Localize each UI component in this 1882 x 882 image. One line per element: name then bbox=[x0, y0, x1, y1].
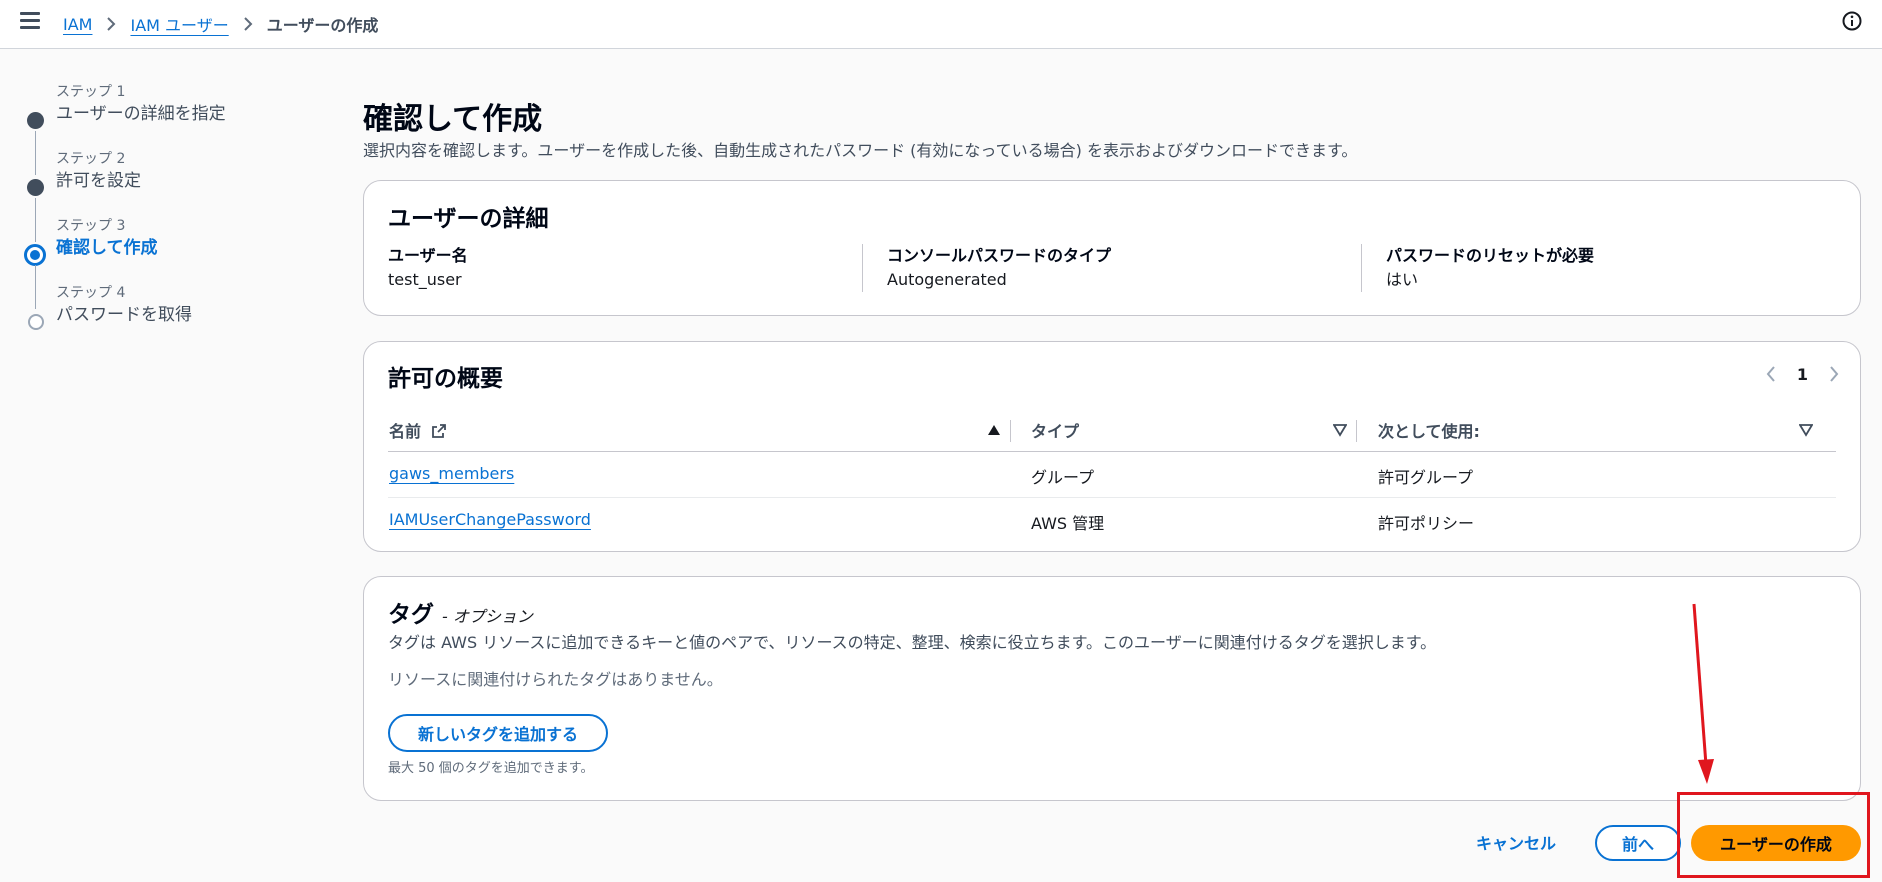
step-complete-icon bbox=[27, 179, 44, 196]
permissions-title: 許可の概要 bbox=[388, 366, 503, 392]
tags-empty-message: リソースに関連付けられたタグはありません。 bbox=[388, 670, 723, 689]
row-type: グループ bbox=[1031, 468, 1095, 487]
table-row: gaws_members グループ 許可グループ bbox=[388, 452, 1836, 498]
field-value: test_user bbox=[388, 270, 462, 289]
breadcrumb-iam-users[interactable]: IAM ユーザー bbox=[130, 12, 228, 36]
step-pending-icon bbox=[28, 314, 44, 330]
sort-descending-icon[interactable] bbox=[1798, 422, 1814, 437]
page-title: 確認して作成 bbox=[363, 102, 543, 137]
step-title: ユーザーの詳細を指定 bbox=[56, 104, 226, 124]
permissions-table: 名前 タイプ 次として使用: gaws_members グループ 許可グループ bbox=[388, 410, 1836, 544]
row-name: gaws_members bbox=[389, 464, 514, 483]
field-label: ユーザー名 bbox=[388, 246, 468, 265]
step-3: ステップ 3 確認して作成 bbox=[20, 216, 320, 309]
pagination: 1 bbox=[1765, 364, 1840, 384]
password-reset-field: パスワードのリセットが必要 はい bbox=[1386, 244, 1594, 292]
sort-ascending-icon[interactable] bbox=[987, 422, 1001, 436]
wizard-steps: ステップ 1 ユーザーの詳細を指定 ステップ 2 許可を設定 ステップ 3 確認… bbox=[20, 82, 320, 350]
divider bbox=[862, 244, 863, 292]
chevron-left-icon[interactable] bbox=[1765, 364, 1777, 384]
step-title: 許可を設定 bbox=[56, 171, 141, 191]
page-description: 選択内容を確認します。ユーザーを作成した後、自動生成されたパスワード (有効にな… bbox=[363, 141, 1358, 160]
cancel-button[interactable]: キャンセル bbox=[1476, 830, 1556, 854]
row-name: IAMUserChangePassword bbox=[389, 510, 591, 529]
add-tag-button[interactable]: 新しいタグを追加する bbox=[388, 714, 608, 752]
column-header-name[interactable]: 名前 bbox=[389, 418, 447, 442]
row-used-as: 許可グループ bbox=[1378, 468, 1474, 487]
tags-title: タグ bbox=[388, 602, 434, 628]
tags-card: タグ - オプション タグは AWS リソースに追加できるキーと値のペアで、リソ… bbox=[363, 576, 1861, 801]
info-icon[interactable] bbox=[1842, 11, 1862, 31]
page-number[interactable]: 1 bbox=[1797, 365, 1808, 384]
breadcrumb-current: ユーザーの作成 bbox=[266, 16, 379, 35]
chevron-right-icon bbox=[106, 16, 116, 32]
policy-link[interactable]: IAMUserChangePassword bbox=[389, 510, 591, 529]
step-number: ステップ 1 bbox=[56, 84, 126, 100]
column-divider[interactable] bbox=[1010, 420, 1011, 442]
step-4: ステップ 4 パスワードを取得 bbox=[20, 283, 320, 350]
divider bbox=[1361, 244, 1362, 292]
row-type: AWS 管理 bbox=[1031, 514, 1105, 533]
step-number: ステップ 3 bbox=[56, 218, 126, 234]
column-header-used-as[interactable]: 次として使用: bbox=[1378, 418, 1480, 442]
user-details-title: ユーザーの詳細 bbox=[388, 206, 549, 232]
step-title: 確認して作成 bbox=[56, 238, 158, 258]
field-value: Autogenerated bbox=[887, 270, 1007, 289]
table-row: IAMUserChangePassword AWS 管理 許可ポリシー bbox=[388, 498, 1836, 544]
sort-descending-icon[interactable] bbox=[1332, 422, 1348, 437]
chevron-right-icon bbox=[243, 16, 253, 32]
field-label: パスワードのリセットが必要 bbox=[1386, 246, 1595, 265]
column-header-type[interactable]: タイプ bbox=[1031, 418, 1079, 442]
username-field: ユーザー名 test_user bbox=[388, 244, 468, 292]
column-divider[interactable] bbox=[1356, 420, 1357, 442]
step-2[interactable]: ステップ 2 許可を設定 bbox=[20, 149, 320, 242]
table-header: 名前 タイプ 次として使用: bbox=[388, 410, 1836, 452]
chevron-right-icon[interactable] bbox=[1828, 364, 1840, 384]
column-label: 名前 bbox=[389, 422, 422, 441]
hamburger-menu-icon[interactable] bbox=[20, 12, 40, 30]
policy-link[interactable]: gaws_members bbox=[389, 464, 514, 483]
previous-button[interactable]: 前へ bbox=[1595, 825, 1681, 861]
tags-hint: 最大 50 個のタグを追加できます。 bbox=[388, 761, 594, 776]
user-details-card: ユーザーの詳細 ユーザー名 test_user コンソールパスワードのタイプ A… bbox=[363, 180, 1861, 316]
tags-header: タグ - オプション bbox=[388, 595, 533, 629]
step-active-icon bbox=[24, 244, 46, 266]
row-used-as: 許可ポリシー bbox=[1378, 514, 1475, 533]
external-link-icon bbox=[431, 424, 446, 438]
field-value: はい bbox=[1386, 270, 1419, 289]
step-1[interactable]: ステップ 1 ユーザーの詳細を指定 bbox=[20, 82, 320, 175]
annotation-highlight-box bbox=[1677, 792, 1870, 878]
tags-description: タグは AWS リソースに追加できるキーと値のペアで、リソースの特定、整理、検索… bbox=[388, 633, 1437, 652]
breadcrumb-iam[interactable]: IAM bbox=[63, 15, 92, 34]
password-type-field: コンソールパスワードのタイプ Autogenerated bbox=[887, 244, 1111, 292]
step-number: ステップ 2 bbox=[56, 151, 126, 167]
step-complete-icon bbox=[27, 112, 44, 129]
top-bar: IAM IAM ユーザー ユーザーの作成 bbox=[0, 0, 1882, 49]
step-number: ステップ 4 bbox=[56, 285, 126, 301]
field-label: コンソールパスワードのタイプ bbox=[887, 246, 1112, 265]
annotation-arrow-icon bbox=[1692, 603, 1714, 784]
step-title: パスワードを取得 bbox=[56, 305, 192, 325]
optional-label: - オプション bbox=[442, 607, 533, 626]
permissions-summary-card: 許可の概要 1 名前 タイプ 次として使用: gaws_members グループ… bbox=[363, 341, 1861, 552]
breadcrumb: IAM IAM ユーザー ユーザーの作成 bbox=[63, 12, 378, 36]
